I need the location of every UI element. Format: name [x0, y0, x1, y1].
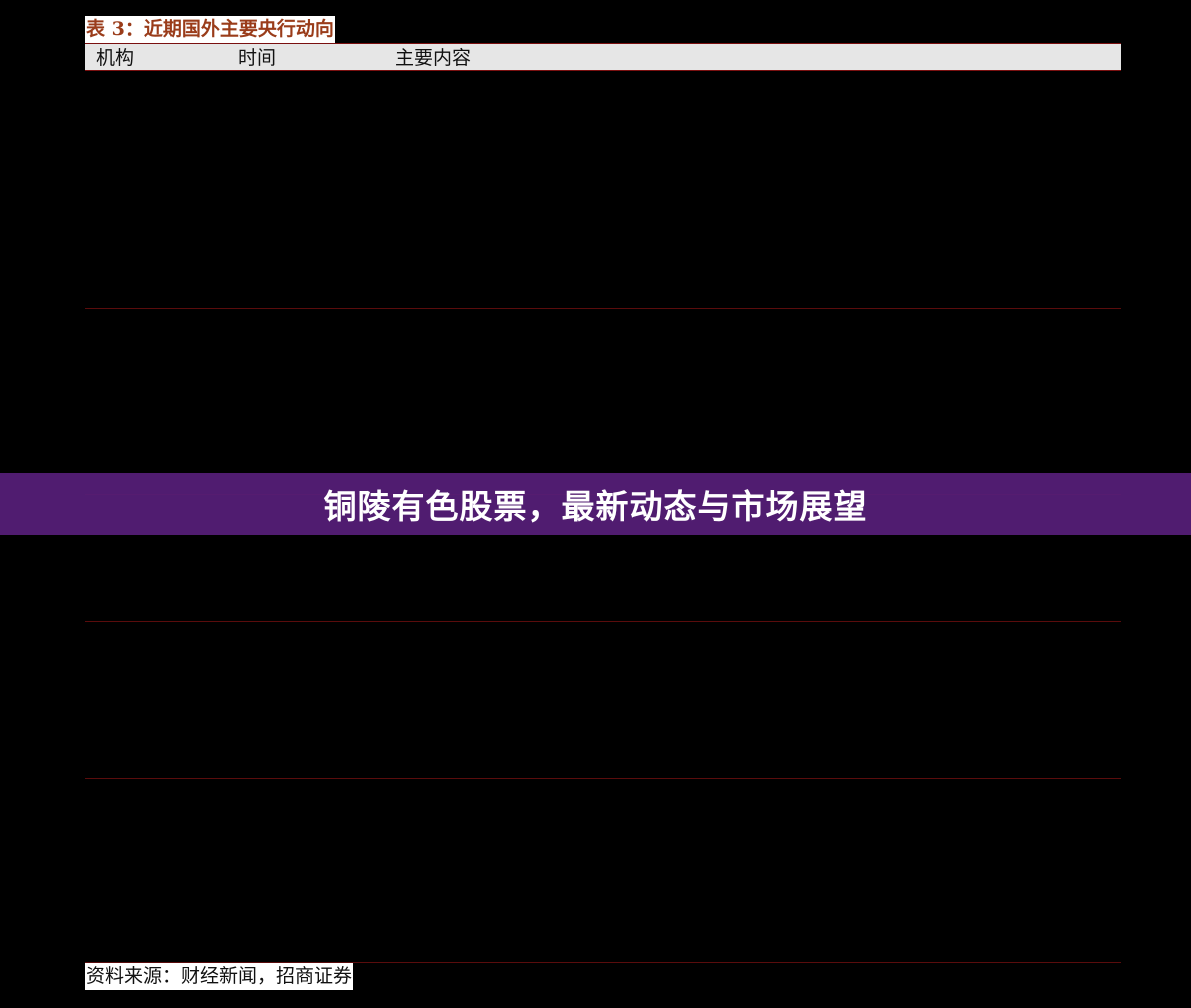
- table-row-divider: [85, 621, 1121, 622]
- table-header-row: 机构 时间 主要内容: [85, 43, 1121, 71]
- title-banner: 铜陵有色股票，最新动态与市场展望: [0, 473, 1191, 535]
- table-row-divider: [85, 778, 1121, 779]
- column-header-time: 时间: [238, 47, 277, 69]
- table-caption: 表 3：近期国外主要央行动向: [85, 16, 335, 43]
- table-row-divider: [85, 308, 1121, 309]
- source-note: 资料来源：财经新闻，招商证券: [85, 963, 354, 990]
- banner-title: 铜陵有色股票，最新动态与市场展望: [323, 487, 868, 526]
- column-header-content: 主要内容: [395, 47, 472, 69]
- column-header-institution: 机构: [96, 47, 135, 69]
